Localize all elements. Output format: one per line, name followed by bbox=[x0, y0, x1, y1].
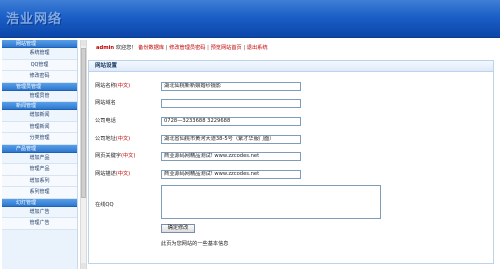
sidebar-item-qq[interactable]: QQ管理 bbox=[2, 59, 77, 71]
separator: | bbox=[243, 45, 246, 51]
field-label: 公司地址 bbox=[95, 136, 116, 142]
field-suffix: (中文) bbox=[115, 83, 131, 89]
sidebar-group-news[interactable]: 新闻管理 bbox=[2, 102, 77, 110]
sidebar-group-slides[interactable]: 幻灯管理 bbox=[2, 198, 77, 207]
sidebar-item-manage-products[interactable]: 管理产品 bbox=[2, 164, 77, 176]
info-note: 此页为您网站的一些基本信息 bbox=[161, 241, 229, 247]
field-label: 网站描述 bbox=[95, 171, 116, 177]
link-logout[interactable]: 退出系统 bbox=[247, 45, 268, 51]
sidebar-item-manage-news[interactable]: 管理新闻 bbox=[2, 121, 77, 133]
field-label: 在线QQ bbox=[95, 202, 114, 208]
settings-panel: 网站设置 网站名称(中文) 湖北仙桃新新娘婚纱摄影 网站域名 公司电话 0728… bbox=[88, 60, 494, 264]
sidebar-group-admin[interactable]: 管理员管理 bbox=[2, 82, 77, 91]
current-user: admin bbox=[96, 45, 115, 51]
field-label: 网站域名 bbox=[95, 100, 116, 106]
address-input[interactable]: 湖北省仙桃市黄河大道38-5号（紫才华服门面） bbox=[161, 135, 301, 144]
scroll-thumb[interactable] bbox=[81, 48, 86, 198]
sidebar-item-system[interactable]: 系统管理 bbox=[2, 48, 77, 60]
field-suffix: (中文) bbox=[115, 136, 131, 142]
qq-textarea[interactable] bbox=[161, 185, 381, 219]
keywords-input[interactable]: 商业源码网精品测试! www.zzcodes.net bbox=[161, 152, 301, 161]
top-nav: admin 欢迎您！ 备份数据库 | 修改管理员密码 | 预览网站首页 | 退出… bbox=[96, 44, 268, 52]
field-suffix: (中文) bbox=[115, 171, 131, 177]
separator: | bbox=[207, 45, 209, 51]
scroll-up-icon[interactable] bbox=[81, 40, 86, 46]
domain-input[interactable] bbox=[161, 99, 301, 108]
sidebar-item-add-ad[interactable]: 增加广告 bbox=[2, 206, 77, 218]
sidebar: 网站管理 系统管理 QQ管理 修改密码 管理员管理 管理员管 新闻管理 增加新闻… bbox=[2, 40, 78, 269]
welcome-text: 欢迎您！ bbox=[114, 45, 137, 51]
phone-input[interactable]: 0728—3233688 3229688 bbox=[161, 117, 301, 126]
sidebar-item-categories[interactable]: 分类管理 bbox=[2, 133, 77, 145]
site-logo: 浩业网络 bbox=[6, 12, 63, 27]
sidebar-item-series[interactable]: 系列管理 bbox=[2, 187, 77, 199]
link-backup-db[interactable]: 备份数据库 bbox=[138, 45, 164, 51]
site-name-input[interactable]: 湖北仙桃新新娘婚纱摄影 bbox=[161, 82, 301, 91]
separator: | bbox=[165, 45, 168, 51]
scroll-down-icon[interactable] bbox=[81, 263, 86, 269]
field-suffix: (中文) bbox=[120, 153, 136, 159]
sidebar-group-site[interactable]: 网站管理 bbox=[2, 40, 77, 48]
sidebar-item-add-product[interactable]: 增加产品 bbox=[2, 152, 77, 164]
sidebar-item-add-news[interactable]: 增加新闻 bbox=[2, 110, 77, 122]
sidebar-item-admins[interactable]: 管理员管 bbox=[2, 90, 77, 102]
field-label: 网页关键字 bbox=[95, 153, 121, 159]
field-label: 网站名称 bbox=[95, 83, 116, 89]
sidebar-item-password[interactable]: 修改密码 bbox=[2, 71, 77, 83]
submit-button[interactable]: 确定修改 bbox=[161, 224, 195, 233]
link-preview-home[interactable]: 预览网站首页 bbox=[211, 45, 242, 51]
sidebar-group-products[interactable]: 产品管理 bbox=[2, 144, 77, 153]
sidebar-scrollbar[interactable] bbox=[80, 40, 87, 269]
description-input[interactable]: 商业源码网精品测试! www.zzcodes.net bbox=[161, 170, 301, 179]
link-change-password[interactable]: 修改管理员密码 bbox=[169, 45, 205, 51]
panel-title: 网站设置 bbox=[89, 61, 493, 72]
sidebar-item-manage-ads[interactable]: 管理广告 bbox=[2, 218, 77, 230]
header-banner: 浩业网络 bbox=[0, 0, 500, 38]
sidebar-item-add-series[interactable]: 增加系列 bbox=[2, 175, 77, 187]
field-label: 公司电话 bbox=[95, 118, 116, 124]
